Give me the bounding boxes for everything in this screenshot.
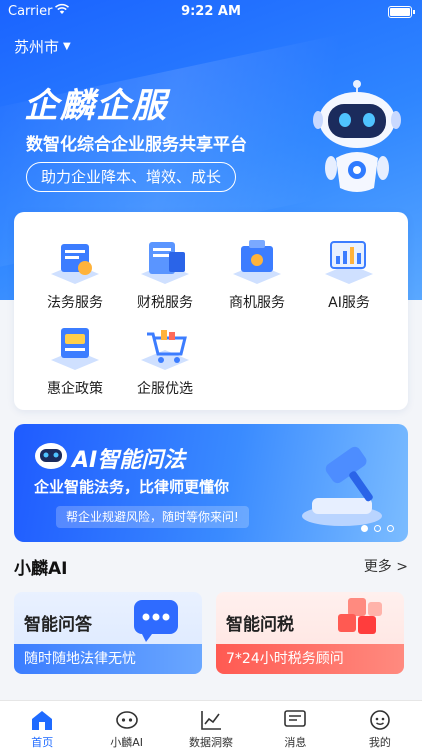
chart-icon [169, 707, 253, 733]
profile-icon [338, 707, 422, 733]
status-bar: Carrier 9:22 AM [0, 0, 422, 24]
card-description: 7*24小时税务顾问 [216, 644, 404, 674]
service-label: 惠企政策 [47, 381, 103, 397]
carousel-dot[interactable] [387, 525, 394, 532]
service-label: 财税服务 [137, 295, 193, 311]
service-label: AI服务 [328, 295, 370, 311]
legal-service-icon [45, 234, 105, 290]
finance-tax-icon [135, 234, 195, 290]
gavel-icon [292, 438, 392, 534]
battery-icon [388, 6, 415, 18]
bottom-tab-bar: 首页 小麟AI 数据洞察 消息 我的 [0, 700, 422, 751]
hero-subtitle: 数智化综合企业服务共享平台 [26, 135, 247, 155]
tab-label: 数据洞察 [189, 736, 234, 749]
cubes-icon [330, 594, 390, 648]
section-title: 小麟AI [14, 559, 68, 579]
xiaolin-ai-section-header: 小麟AI 更多 > [14, 554, 408, 579]
service-business[interactable]: 商机服务 [210, 234, 304, 312]
card-title: 智能问答 [24, 615, 92, 635]
smart-qa-card[interactable]: 智能问答 随时随地法律无忧 [14, 592, 202, 674]
chat-bubble-icon [128, 596, 184, 648]
robot-icon [34, 442, 68, 474]
ai-law-banner[interactable]: AI智能问法 企业智能法务，比律师更懂你 帮企业规避风险，随时等你来问! [14, 424, 408, 542]
service-label: 法务服务 [47, 295, 103, 311]
card-title: 智能问税 [226, 615, 294, 635]
tab-profile[interactable]: 我的 [338, 701, 422, 751]
service-label: 企服优选 [137, 381, 193, 397]
tab-label: 我的 [368, 736, 391, 749]
brand-title: 企麟企服 [24, 86, 168, 126]
banner-title: AI智能问法 [72, 448, 186, 473]
service-label: 商机服务 [229, 295, 285, 311]
robot-mascot-icon [312, 80, 402, 200]
city-selector[interactable]: 苏州市 ▼ [14, 36, 71, 57]
tab-label: 消息 [284, 736, 307, 749]
robot-icon [84, 707, 168, 733]
service-legal[interactable]: 法务服务 [28, 234, 122, 312]
tab-home[interactable]: 首页 [0, 701, 84, 751]
service-policy[interactable]: 惠企政策 [28, 320, 122, 398]
carousel-indicator[interactable] [361, 525, 394, 532]
hero-slogan: 助力企业降本、增效、成长 [26, 162, 237, 192]
policy-icon [45, 320, 105, 376]
tab-messages[interactable]: 消息 [253, 701, 337, 751]
smart-tax-card[interactable]: 智能问税 7*24小时税务顾问 [216, 592, 404, 674]
more-link[interactable]: 更多 > [364, 556, 408, 576]
card-description: 随时随地法律无忧 [14, 644, 202, 674]
banner-tagline: 帮企业规避风险，随时等你来问! [56, 506, 249, 528]
tab-label: 首页 [31, 736, 54, 749]
carousel-dot[interactable] [361, 525, 368, 532]
tab-data-insight[interactable]: 数据洞察 [169, 701, 253, 751]
home-icon [0, 707, 84, 733]
tab-label: 小麟AI [110, 736, 143, 749]
services-card: 法务服务 财税服务 商机服务 AI服务 惠企政策 企服优选 [14, 212, 408, 410]
ai-service-icon [319, 234, 379, 290]
tab-xiaolin-ai[interactable]: 小麟AI [84, 701, 168, 751]
city-label: 苏州市 [14, 38, 60, 56]
service-ai[interactable]: AI服务 [302, 234, 396, 312]
chevron-down-icon: ▼ [63, 41, 71, 52]
carousel-dot[interactable] [374, 525, 381, 532]
banner-subtitle: 企业智能法务，比律师更懂你 [34, 478, 230, 496]
status-time: 9:22 AM [181, 4, 241, 19]
shopping-cart-icon [135, 320, 195, 376]
message-icon [253, 707, 337, 733]
business-opportunity-icon [227, 234, 287, 290]
service-selection[interactable]: 企服优选 [118, 320, 212, 398]
service-finance-tax[interactable]: 财税服务 [118, 234, 212, 312]
